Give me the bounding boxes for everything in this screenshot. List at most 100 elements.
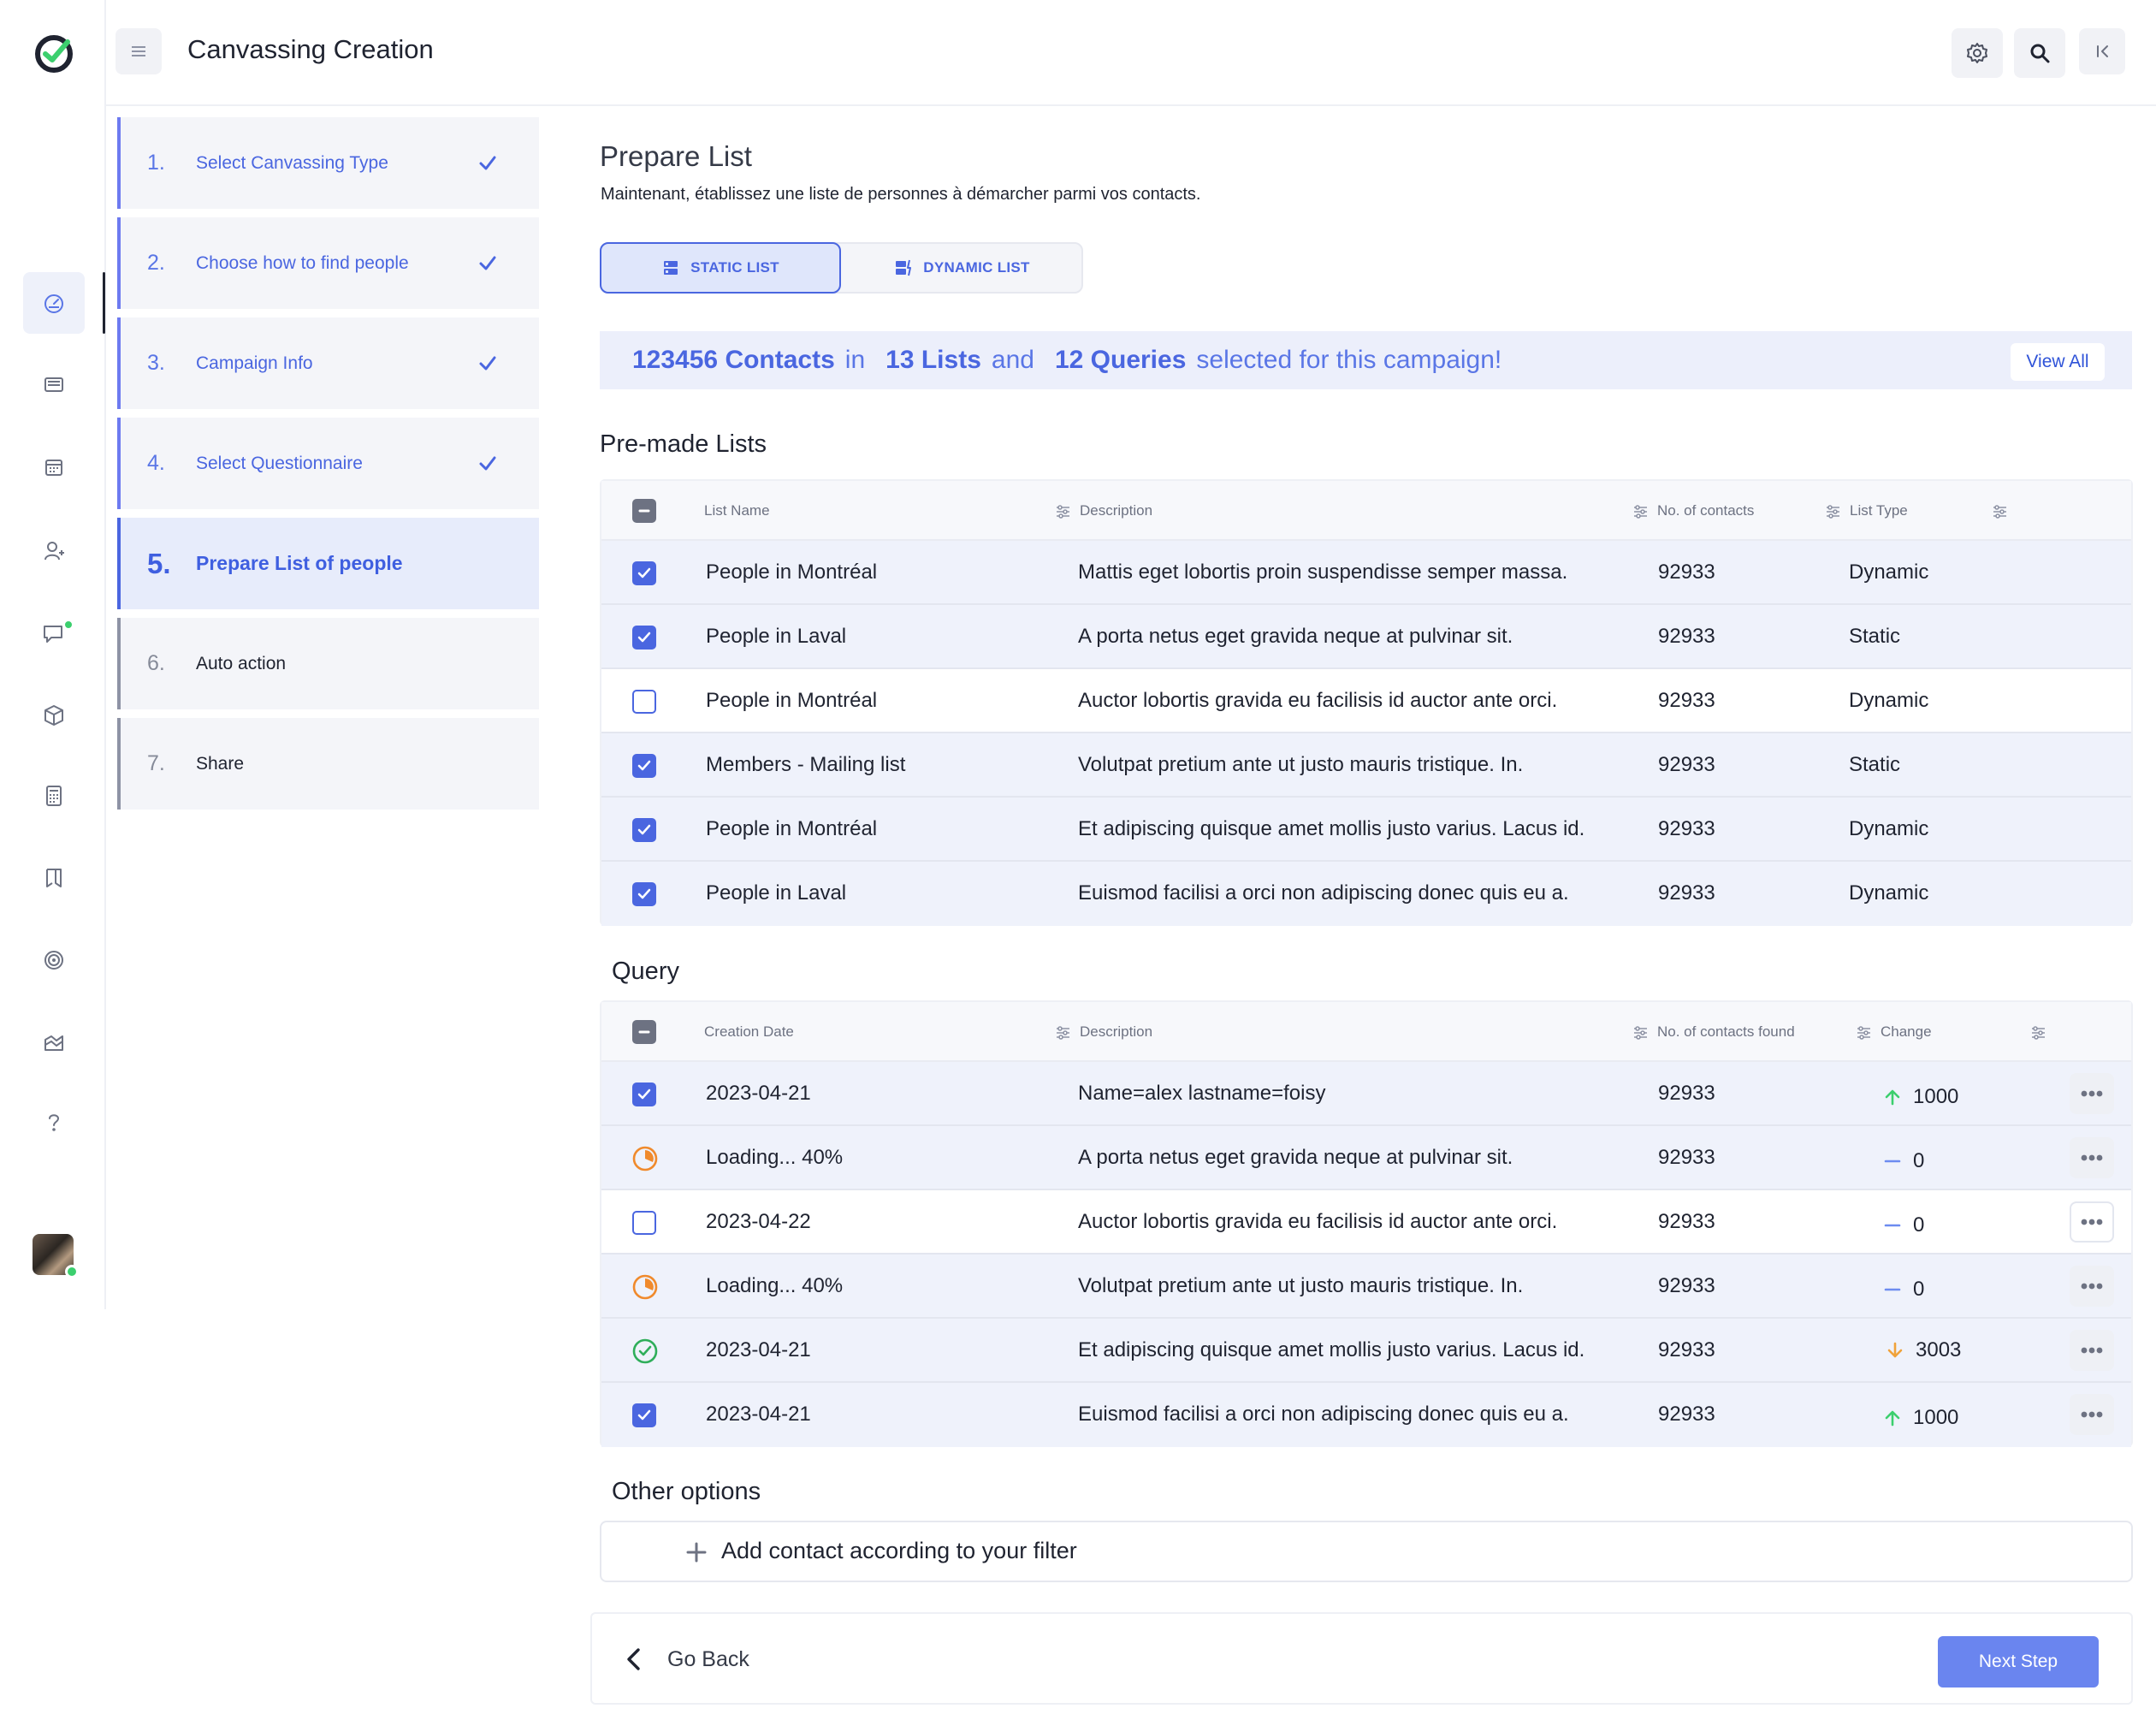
step-label: Share (196, 753, 245, 774)
row-checkbox[interactable] (632, 690, 656, 714)
table-row[interactable]: People in Laval A porta netus eget gravi… (601, 605, 2131, 669)
row-checkbox[interactable] (632, 1082, 656, 1106)
row-more-button[interactable] (2070, 1201, 2114, 1243)
summary-queries: 12 Queries (1054, 346, 1187, 374)
table-row[interactable]: 2023-04-21 Euismod facilisi a orci non a… (601, 1383, 2131, 1447)
rail-dashboard[interactable] (23, 272, 85, 334)
step-1[interactable]: 1. Select Canvassing Type (117, 117, 539, 209)
row-more-button[interactable] (2070, 1330, 2114, 1371)
list-name: People in Montréal (706, 560, 878, 584)
step-6[interactable]: 6. Auto action (117, 618, 539, 709)
list-type: Static (1849, 624, 1901, 648)
minus-icon (638, 509, 650, 513)
view-all-button[interactable]: View All (2011, 343, 2105, 381)
summary-lists: 13 Lists (886, 346, 981, 374)
check-icon (637, 567, 651, 578)
rail-chat[interactable] (23, 602, 85, 664)
rail-package[interactable] (23, 685, 85, 746)
query-found: 92933 (1658, 1209, 1715, 1233)
step-3[interactable]: 3. Campaign Info (117, 317, 539, 409)
footer-bar: Go Back Next Step (590, 1612, 2133, 1705)
row-more-button[interactable] (2070, 1266, 2114, 1307)
step-4[interactable]: 4. Select Questionnaire (117, 418, 539, 509)
select-all-checkbox[interactable] (632, 499, 656, 523)
row-more-button[interactable] (2070, 1137, 2114, 1178)
table-row[interactable]: People in Laval Euismod facilisi a orci … (601, 862, 2131, 926)
table-row[interactable]: 2023-04-21 Et adipiscing quisque amet mo… (601, 1319, 2131, 1383)
rail-help[interactable] (23, 1092, 85, 1154)
table-row[interactable]: 2023-04-22 Auctor lobortis gravida eu fa… (601, 1190, 2131, 1255)
column-header-change[interactable]: Change (1856, 1002, 1932, 1062)
row-checkbox[interactable] (632, 882, 656, 906)
collapse-left-icon (2097, 45, 2108, 57)
column-header-description[interactable]: Description (1055, 1002, 1152, 1062)
column-header-list-type[interactable]: List Type (1825, 481, 1908, 541)
dynamic-list-tab[interactable]: DYNAMIC LIST (843, 244, 1081, 292)
check-icon (637, 888, 651, 899)
step-5[interactable]: 5. Prepare List of people (117, 518, 539, 609)
row-checkbox[interactable] (632, 1403, 656, 1427)
query-description: Auctor lobortis gravida eu facilisis id … (1078, 1209, 1558, 1233)
filter-icon (2032, 1025, 2045, 1040)
rail-calculator[interactable] (23, 765, 85, 827)
row-checkbox[interactable] (632, 1211, 656, 1235)
list-type: Dynamic (1849, 688, 1929, 712)
query-change: 0 (1882, 1130, 1924, 1192)
row-more-button[interactable] (2070, 1073, 2114, 1114)
row-checkbox[interactable] (632, 561, 656, 585)
table-row[interactable]: 2023-04-21 Name=alex lastname=foisy 9293… (601, 1062, 2131, 1126)
select-all-checkbox[interactable] (632, 1020, 656, 1044)
app-logo-icon[interactable] (33, 33, 74, 74)
more-horizontal-icon (2081, 1411, 2103, 1418)
rail-target[interactable] (23, 929, 85, 991)
list-contacts: 92933 (1658, 816, 1715, 840)
search-button[interactable] (2014, 28, 2065, 78)
collapse-button[interactable] (2079, 28, 2125, 74)
loading-progress-icon (632, 1274, 658, 1300)
next-step-button[interactable]: Next Step (1938, 1636, 2099, 1688)
premade-lists-title: Pre-made Lists (600, 430, 767, 458)
table-row[interactable]: Loading... 40% Volutpat pretium ante ut … (601, 1255, 2131, 1319)
column-settings[interactable] (1992, 481, 2008, 541)
summary-and: and (991, 346, 1034, 374)
list-type: Dynamic (1849, 881, 1929, 905)
help-icon (49, 1114, 60, 1131)
rail-messages[interactable] (23, 354, 85, 416)
check-circle-icon (632, 1338, 658, 1364)
go-back-button[interactable]: Go Back (623, 1638, 749, 1681)
row-checkbox[interactable] (632, 818, 656, 842)
table-row[interactable]: People in Montréal Auctor lobortis gravi… (601, 669, 2131, 733)
column-header-contacts-found[interactable]: No. of contacts found (1632, 1002, 1795, 1062)
rail-map[interactable] (23, 847, 85, 909)
table-row[interactable]: People in Montréal Et adipiscing quisque… (601, 798, 2131, 862)
rail-calendar[interactable] (23, 436, 85, 498)
list-contacts: 92933 (1658, 881, 1715, 905)
menu-button[interactable] (116, 28, 162, 74)
step-label: Choose how to find people (196, 252, 409, 273)
table-row[interactable]: Loading... 40% A porta netus eget gravid… (601, 1126, 2131, 1190)
page-subtitle: Maintenant, établissez une liste de pers… (601, 185, 1201, 204)
column-header-contacts[interactable]: No. of contacts (1632, 481, 1754, 541)
row-more-button[interactable] (2070, 1394, 2114, 1435)
rail-reports[interactable] (23, 1011, 85, 1073)
column-header-creation-date[interactable]: Creation Date (704, 1002, 794, 1062)
filter-icon (1827, 504, 1839, 519)
step-2[interactable]: 2. Choose how to find people (117, 217, 539, 309)
column-header-description[interactable]: Description (1055, 481, 1152, 541)
row-checkbox[interactable] (632, 626, 656, 650)
column-header-list-name[interactable]: List Name (704, 481, 770, 541)
static-list-tab[interactable]: STATIC LIST (600, 242, 841, 294)
step-7[interactable]: 7. Share (117, 718, 539, 810)
filter-icon (1634, 504, 1647, 519)
add-contact-filter-button[interactable]: Add contact according to your filter (600, 1521, 2133, 1582)
rail-contacts[interactable] (23, 520, 85, 582)
settings-button[interactable] (1952, 28, 2003, 78)
table-row[interactable]: People in Montréal Mattis eget lobortis … (601, 541, 2131, 605)
column-settings[interactable] (2030, 1002, 2046, 1062)
table-row[interactable]: Members - Mailing list Volutpat pretium … (601, 733, 2131, 798)
arrow-up-icon (1885, 1089, 1900, 1105)
check-icon (479, 256, 496, 270)
row-checkbox[interactable] (632, 754, 656, 778)
step-label: Select Questionnaire (196, 453, 363, 473)
online-status-dot (65, 1265, 79, 1278)
